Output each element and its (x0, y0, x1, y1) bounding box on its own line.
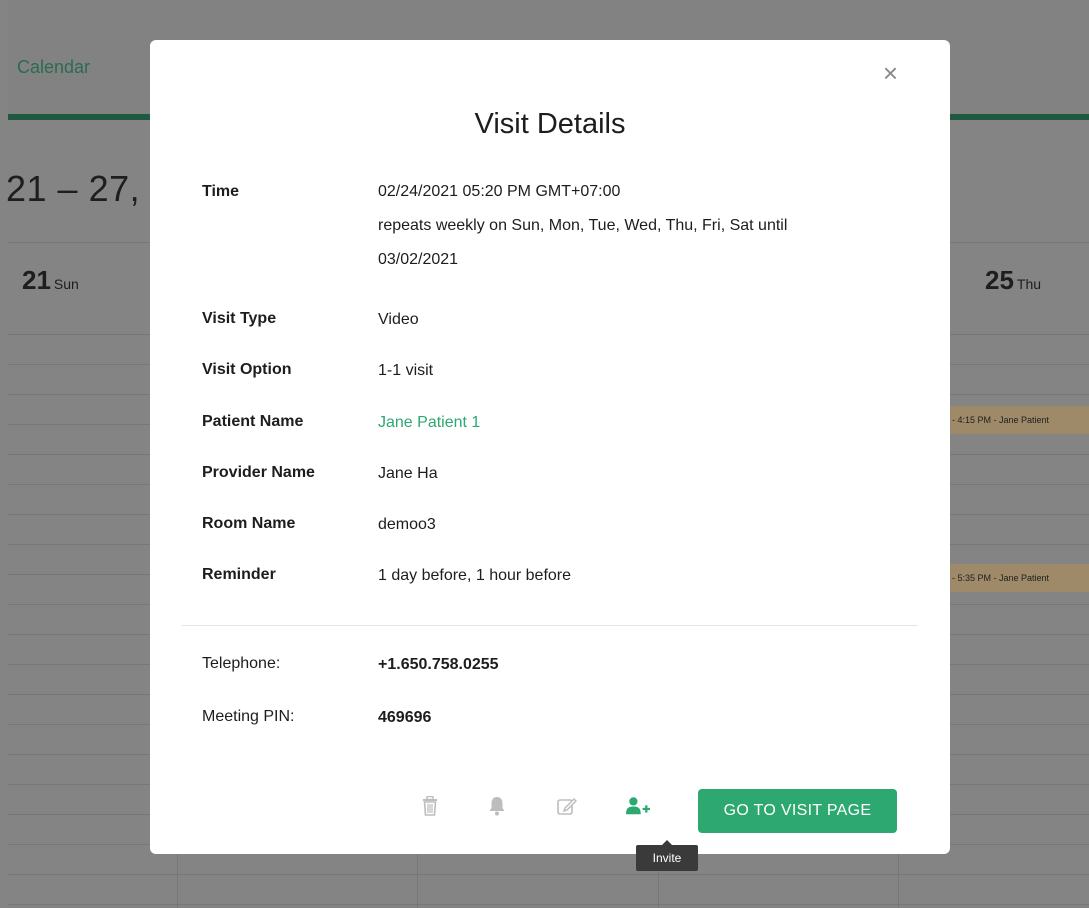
day-of-week: Thu (1016, 276, 1042, 292)
calendar-event[interactable]: - 4:15 PM - Jane Patient (950, 406, 1089, 434)
field-label: Reminder (202, 566, 276, 583)
pin-label: Meeting PIN: (202, 708, 295, 725)
time-label: Time (202, 183, 240, 200)
time-repeat: repeats weekly on Sun, Mon, Tue, Wed, Th… (378, 217, 788, 234)
field-label: Patient Name (202, 413, 304, 430)
edit-icon[interactable] (555, 792, 579, 820)
calendar-nav-link[interactable]: Calendar (17, 57, 90, 78)
go-to-visit-page-button[interactable]: GO TO VISIT PAGE (698, 789, 897, 833)
bell-icon[interactable] (485, 792, 509, 820)
trash-icon[interactable] (418, 792, 442, 820)
time-until: 03/02/2021 (378, 251, 459, 268)
close-icon[interactable]: × (883, 60, 898, 86)
field-label: Visit Option (202, 361, 292, 378)
visit-details-modal: × Visit Details Time 02/24/2021 05:20 PM… (150, 40, 950, 854)
field-value: Jane Ha (378, 465, 438, 482)
field-value: demoo3 (378, 516, 436, 533)
time-value: 02/24/2021 05:20 PM GMT+07:00 repeats we… (378, 175, 787, 277)
telephone-label: Telephone: (202, 655, 281, 672)
field-label: Provider Name (202, 464, 315, 481)
day-number: 25 (985, 265, 1014, 295)
time-datetime: 02/24/2021 05:20 PM GMT+07:00 (378, 183, 621, 200)
field-value: Video (378, 311, 419, 328)
day-header-sun: 21 Sun (22, 265, 79, 296)
section-divider (182, 625, 918, 626)
invite-user-icon[interactable] (626, 792, 650, 820)
calendar-event[interactable]: - 5:35 PM - Jane Patient (950, 564, 1089, 592)
day-header-thu: 25 Thu (985, 265, 1041, 296)
field-value: 1 day before, 1 hour before (378, 567, 572, 584)
patient-name-link[interactable]: Jane Patient 1 (378, 413, 480, 433)
field-label: Room Name (202, 515, 296, 532)
invite-tooltip: Invite (636, 840, 698, 871)
field-value: 1-1 visit (378, 362, 434, 379)
day-of-week: Sun (53, 276, 79, 292)
modal-title: Visit Details (474, 108, 626, 140)
day-number: 21 (22, 265, 51, 295)
field-label: Visit Type (202, 310, 277, 327)
pin-value: 469696 (378, 709, 432, 726)
telephone-value: +1.650.758.0255 (378, 656, 499, 673)
